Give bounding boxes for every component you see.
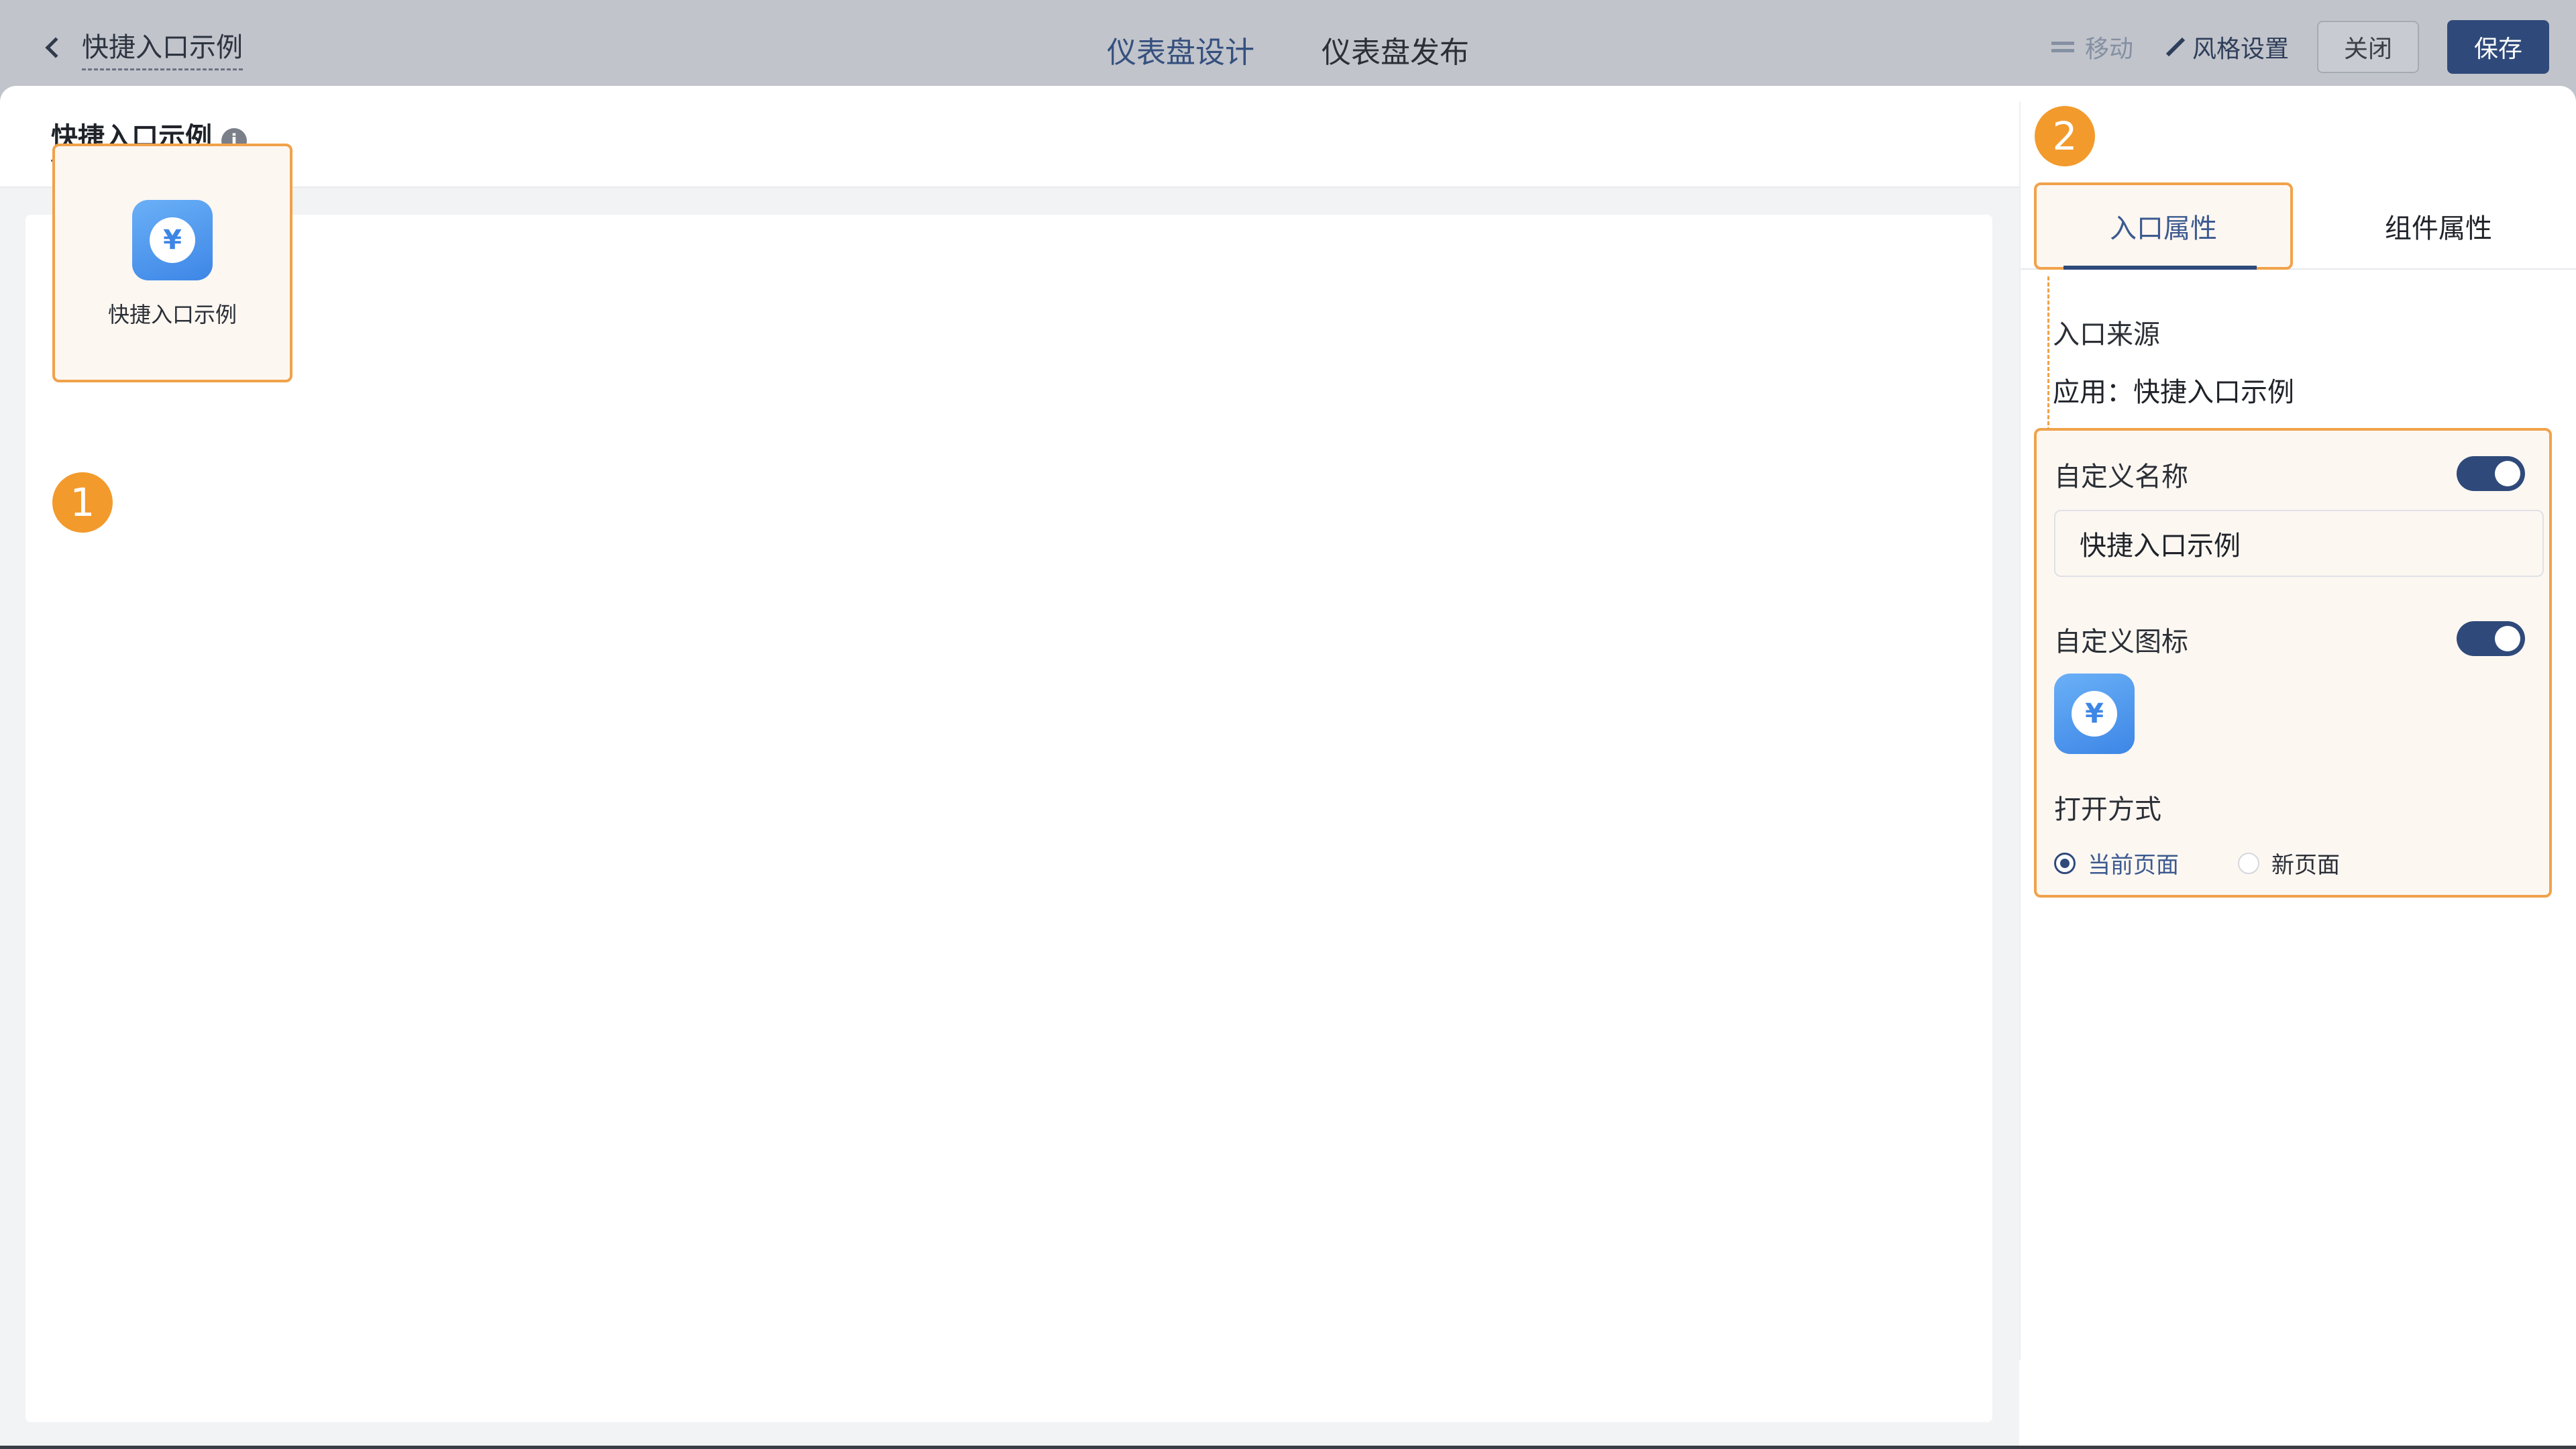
custom-icon-toggle[interactable] — [2457, 621, 2525, 656]
open-mode-label: 打开方式 — [2054, 794, 2161, 825]
custom-name-input[interactable]: 快捷入口示例 — [2054, 510, 2544, 577]
swap-icon — [2050, 37, 2077, 57]
dashboard-name[interactable]: 快捷入口示例 — [82, 25, 243, 70]
tab-entry-properties[interactable]: 入口属性 — [2034, 182, 2293, 270]
properties-tabs: 入口属性 组件属性 — [2021, 182, 2576, 270]
radio-checked-icon[interactable] — [2054, 852, 2076, 874]
step-badge-1: 1 — [52, 472, 113, 533]
tab-dashboard-publish[interactable]: 仪表盘发布 — [1322, 28, 1469, 71]
step-badge-2: 2 — [2035, 106, 2095, 166]
custom-name-toggle[interactable] — [2457, 456, 2525, 491]
entry-source-title: 入口来源 — [2053, 319, 2160, 350]
custom-name-label: 自定义名称 — [2054, 462, 2188, 492]
tab-component-properties[interactable]: 组件属性 — [2309, 182, 2568, 270]
move-label: 移动 — [2084, 36, 2133, 63]
canvas[interactable] — [25, 215, 1992, 1422]
bottom-edge — [0, 1446, 2576, 1449]
radio-unchecked-icon[interactable] — [2238, 852, 2259, 874]
custom-settings-box: 自定义名称 快捷入口示例 自定义图标 ¥ 打开方式 当前页面 新页面 — [2034, 428, 2552, 898]
style-settings-label: 风格设置 — [2192, 36, 2289, 63]
yen-icon: ¥ — [163, 225, 182, 256]
radio-new-page-label: 新页面 — [2271, 852, 2340, 879]
back-button[interactable]: 快捷入口示例 — [40, 24, 243, 71]
save-button[interactable]: 保存 — [2447, 20, 2549, 74]
custom-icon-picker[interactable]: ¥ — [2054, 674, 2135, 754]
app-root: 快捷入口示例 仪表盘设计 仪表盘发布 移动 风格设置 关闭 保存 快捷入口示例 … — [0, 0, 2576, 1449]
yen-icon: ¥ — [2085, 698, 2104, 729]
dashboard-mode-tabs: 仪表盘设计 仪表盘发布 — [1107, 28, 1469, 71]
style-settings-button[interactable]: 风格设置 — [2161, 30, 2289, 64]
shortcut-entry-card[interactable]: ¥ 快捷入口示例 — [52, 144, 292, 382]
radio-current-page-label: 当前页面 — [2088, 852, 2179, 879]
magic-wand-icon — [2161, 36, 2184, 58]
chevron-left-icon[interactable] — [45, 37, 66, 58]
radio-current-page[interactable]: 当前页面 — [2054, 847, 2179, 879]
tab-dashboard-design[interactable]: 仪表盘设计 — [1107, 28, 1254, 71]
entry-card-label: 快捷入口示例 — [107, 302, 237, 327]
app-icon: ¥ — [132, 200, 213, 280]
entry-source-value: 应用：快捷入口示例 — [2053, 377, 2294, 408]
top-actions: 移动 风格设置 关闭 保存 — [2050, 20, 2549, 74]
top-bar: 快捷入口示例 仪表盘设计 仪表盘发布 移动 风格设置 关闭 保存 — [0, 0, 2576, 87]
move-button[interactable]: 移动 — [2050, 30, 2133, 64]
close-button[interactable]: 关闭 — [2316, 21, 2419, 73]
annotation-connector — [2047, 276, 2049, 437]
radio-new-page[interactable]: 新页面 — [2238, 847, 2340, 879]
custom-icon-label: 自定义图标 — [2054, 627, 2188, 657]
